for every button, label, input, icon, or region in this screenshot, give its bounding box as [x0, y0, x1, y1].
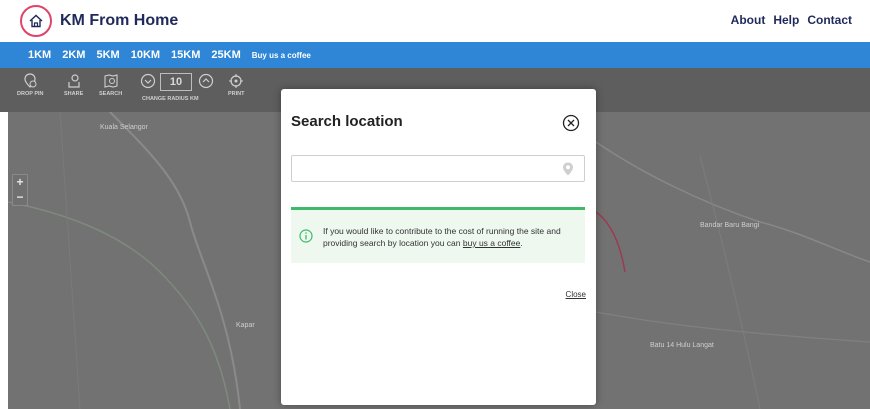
print-tool[interactable]: PRINT — [228, 73, 245, 97]
location-search-field — [291, 155, 585, 182]
drop-pin-icon — [24, 73, 37, 88]
map-pin-icon — [563, 162, 573, 176]
nav-help[interactable]: Help — [773, 13, 799, 27]
radius-decrease[interactable] — [140, 73, 156, 89]
zoom-in-button[interactable]: + — [13, 175, 27, 190]
radius-increase[interactable] — [198, 73, 214, 89]
distance-25km[interactable]: 25KM — [211, 49, 240, 61]
share-tool[interactable]: SHARE — [64, 73, 83, 97]
search-label: SEARCH — [99, 91, 123, 97]
map-label: Batu 14 Hulu Langat — [650, 342, 714, 349]
close-icon[interactable] — [562, 114, 580, 132]
drop-pin-tool[interactable]: DROP PIN — [17, 73, 44, 97]
info-icon — [299, 229, 313, 243]
search-location-modal: Search location If you would like to con… — [281, 89, 596, 405]
chevron-down-circle-icon — [140, 73, 156, 89]
logo[interactable]: KM From Home — [20, 5, 178, 37]
distance-5km[interactable]: 5KM — [96, 49, 119, 61]
chevron-up-circle-icon — [198, 73, 214, 89]
brand-name: KM From Home — [60, 12, 179, 29]
print-label: PRINT — [228, 91, 245, 97]
map-label: Kapar — [236, 322, 255, 329]
info-alert: If you would like to contribute to the c… — [291, 207, 585, 263]
change-radius-label: CHANGE RADIUS KM — [142, 96, 199, 102]
distance-10km[interactable]: 10KM — [131, 49, 160, 61]
location-search-input[interactable] — [292, 156, 552, 181]
map-search-icon — [104, 74, 118, 88]
distance-15km[interactable]: 15KM — [171, 49, 200, 61]
home-icon — [20, 5, 52, 37]
buy-coffee-inline-link[interactable]: buy us a coffee — [463, 238, 521, 248]
nav-about[interactable]: About — [731, 13, 766, 27]
zoom-out-button[interactable]: − — [13, 190, 27, 205]
site-header: KM From Home About Help Contact — [0, 0, 870, 42]
buy-coffee-link[interactable]: Buy us a coffee — [252, 51, 311, 60]
info-text: If you would like to contribute to the c… — [323, 226, 561, 248]
distance-bar: 1KM 2KM 5KM 10KM 15KM 25KM Buy us a coff… — [0, 42, 870, 68]
drop-pin-label: DROP PIN — [17, 91, 44, 97]
top-nav: About Help Contact — [731, 13, 852, 27]
map-label: Kuala Selangor — [100, 124, 148, 131]
close-link[interactable]: Close — [566, 290, 586, 299]
distance-1km[interactable]: 1KM — [28, 49, 51, 61]
radius-value[interactable]: 10 — [160, 73, 192, 91]
share-icon — [68, 74, 80, 88]
share-label: SHARE — [64, 91, 84, 97]
zoom-control: + − — [12, 174, 28, 206]
nav-contact[interactable]: Contact — [807, 13, 852, 27]
crosshair-icon — [229, 74, 244, 88]
modal-title: Search location — [291, 113, 403, 130]
distance-2km[interactable]: 2KM — [62, 49, 85, 61]
map-label: Bandar Baru Bangi — [700, 222, 760, 229]
search-tool[interactable]: SEARCH — [99, 73, 122, 97]
